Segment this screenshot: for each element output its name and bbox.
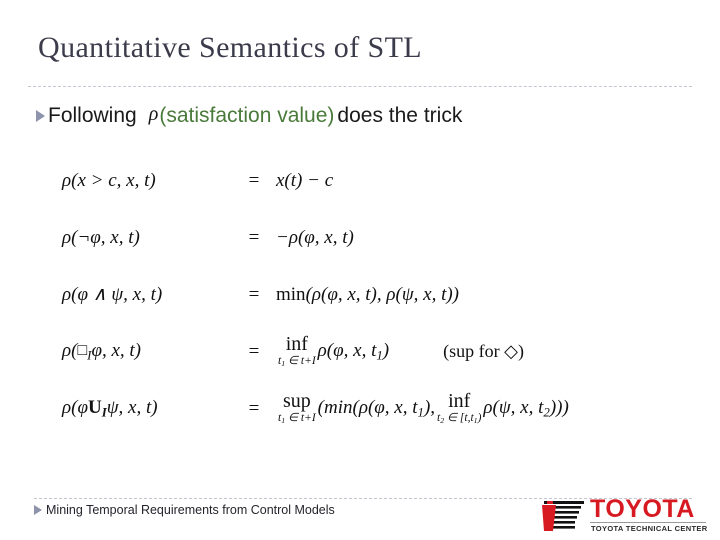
rhs-tail-end: ))) — [549, 396, 569, 418]
always-box-operator-icon: □ — [77, 341, 88, 359]
equals-sign: = — [248, 397, 260, 419]
equation-note: (sup for ◇) — [443, 341, 524, 361]
bullet-lead-text: Following — [48, 104, 137, 127]
page-title: Quantitative Semantics of STL — [38, 31, 423, 64]
highlight-close-paren: ) — [327, 104, 335, 127]
rho-symbol: ρ — [288, 226, 298, 248]
equation-lhs: ρ(x > c, x, t) — [62, 170, 232, 192]
equals-sign: = — [248, 340, 260, 362]
triangle-bullet-icon — [36, 110, 45, 122]
rho-symbol: ρ — [62, 169, 72, 191]
min-open: (min(ρ(φ, x, t — [317, 396, 418, 418]
equation-rhs-tail: ρ(ψ, x, t2))) — [483, 397, 568, 421]
equation-lhs: ρ(□Iφ, x, t) — [62, 340, 232, 364]
inf-label: inf — [285, 333, 308, 356]
equation-rhs-body: x(t) − c — [276, 169, 334, 191]
equation-rhs: inf t1 ∈ t+I ρ(φ, x, t1) — [276, 334, 389, 369]
rhs-min-expression: (min(ρ(φ, x, t1), — [318, 397, 435, 421]
rho-symbol: ρ — [148, 103, 159, 125]
equation-rhs-body: (ρ(φ, x, t), ρ(ψ, x, t)) — [305, 283, 460, 305]
equation-row: ρ(x > c, x, t) = x(t) − c — [62, 152, 569, 209]
sup-operator: sup t1 ∈ t+I — [278, 391, 316, 426]
bullet-text: Following ρ (satisfaction value) does th… — [48, 103, 463, 128]
equals-sign: = — [248, 226, 260, 248]
limit-range: ∈ t+I — [285, 412, 316, 425]
toyota-logo: TOYOTA TOYOTA TECHNICAL CENTER — [540, 496, 708, 540]
equation-lhs: ρ(φ ∧ ψ, x, t) — [62, 283, 232, 306]
equation-lhs: ρ(φUIψ, x, t) — [62, 397, 232, 421]
min-operator: min — [276, 283, 306, 305]
equation-rhs: sup t1 ∈ t+I (min(ρ(φ, x, t1), inf t2 ∈ … — [276, 391, 569, 426]
equation-block: ρ(x > c, x, t) = x(t) − c ρ(¬φ, x, t) = … — [62, 152, 569, 437]
equation-row: ρ(¬φ, x, t) = − ρ (φ, x, t) — [62, 209, 569, 266]
min-close: ), — [423, 396, 436, 418]
inf-operator: inf t1 ∈ t+I — [278, 334, 316, 369]
limit-range: ∈ [t,t — [444, 412, 474, 425]
footer: Mining Temporal Requirements from Contro… — [34, 503, 335, 517]
equation-rhs: − ρ (φ, x, t) — [276, 227, 354, 249]
highlight-label: satisfaction value — [166, 104, 328, 127]
rhs-tail-end: ) — [382, 339, 390, 361]
sup-label: sup — [282, 390, 311, 413]
rho-symbol: ρ — [62, 396, 72, 418]
equation-rhs: min (ρ(φ, x, t), ρ(ψ, x, t)) — [276, 284, 459, 306]
inner-inf-operator: inf t2 ∈ [t,t1) — [437, 391, 481, 426]
toyota-mark-icon — [542, 501, 584, 531]
equation-lhs-body: ψ, x, t) — [106, 396, 158, 418]
equation-rhs-body: ρ(φ, x, t1) — [318, 340, 389, 364]
inf-limit: t2 ∈ [t,t1) — [437, 412, 481, 426]
sup-limit: t1 ∈ t+I — [278, 412, 316, 426]
equation-row: ρ(φUIψ, x, t) = sup t1 ∈ t+I (min(ρ(φ, x… — [62, 380, 569, 437]
equation-row: ρ(φ ∧ ψ, x, t) = min (ρ(φ, x, t), ρ(ψ, x,… — [62, 266, 569, 323]
equation-lhs: ρ(¬φ, x, t) — [62, 227, 232, 249]
equation-lhs-body: (¬φ, x, t) — [71, 226, 140, 248]
open-paren-phi: (φ — [71, 396, 88, 418]
rhs-tail: ρ(φ, x, t — [317, 339, 377, 361]
bullet-line: Following ρ (satisfaction value) does th… — [36, 103, 463, 128]
rhs-tail: ρ(ψ, x, t — [483, 396, 544, 418]
equation-row: ρ(□Iφ, x, t) = inf t1 ∈ t+I ρ(φ, x, t1) … — [62, 323, 569, 380]
rho-symbol: ρ — [62, 339, 72, 361]
equals-sign: = — [248, 283, 260, 305]
triangle-bullet-icon — [34, 505, 42, 515]
equation-rhs-body: (φ, x, t) — [297, 226, 354, 248]
rho-symbol: ρ — [62, 284, 72, 305]
bullet-tail-text: does the trick — [337, 104, 463, 127]
inf-limit: t1 ∈ t+I — [278, 355, 316, 369]
rho-symbol: ρ — [62, 226, 72, 248]
toyota-subtitle: TOYOTA TECHNICAL CENTER — [591, 524, 708, 533]
equals-sign: = — [248, 169, 260, 191]
equation-rhs: x(t) − c — [276, 170, 333, 192]
toyota-wordmark: TOYOTA — [590, 495, 695, 523]
title-divider — [28, 86, 692, 87]
inf-label: inf — [448, 390, 471, 413]
equation-lhs-body: (φ ∧ ψ, x, t) — [71, 284, 163, 305]
negation-sign: − — [276, 226, 289, 248]
footer-text: Mining Temporal Requirements from Contro… — [46, 503, 335, 517]
equation-lhs-body: (x > c, x, t) — [71, 169, 156, 191]
limit-range: ∈ t+I — [285, 355, 316, 368]
equation-lhs-body: φ, x, t) — [91, 339, 141, 361]
satisfaction-value-highlight: (satisfaction value) — [159, 104, 334, 128]
logo-divider — [590, 522, 706, 523]
until-operator-icon: U — [87, 396, 102, 418]
limit-range-end: ) — [477, 412, 482, 425]
